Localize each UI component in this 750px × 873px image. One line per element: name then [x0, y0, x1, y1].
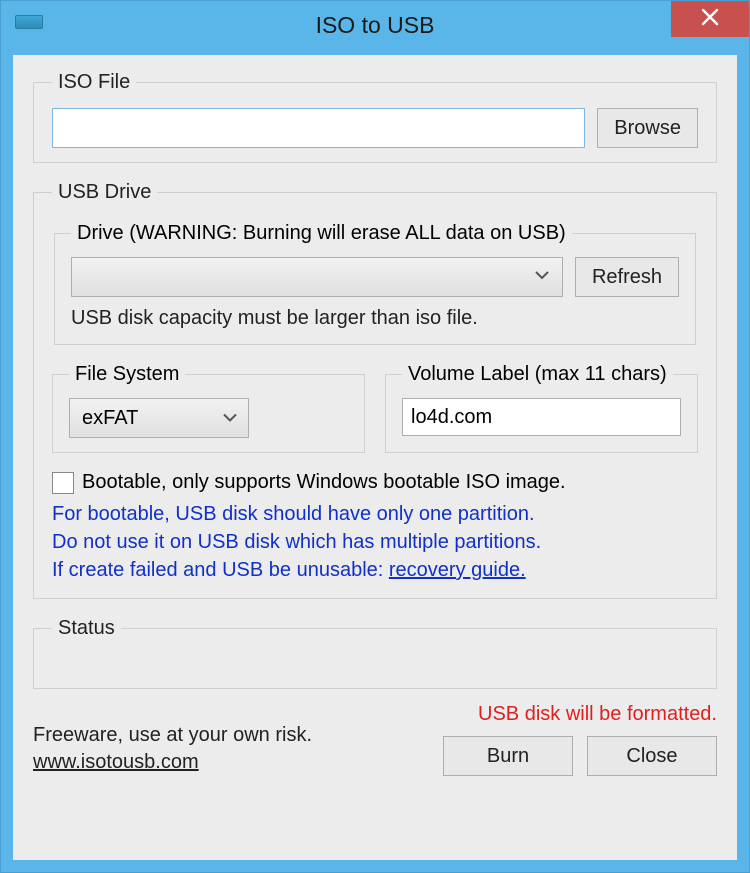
- usb-drive-legend: USB Drive: [52, 181, 157, 204]
- status-group: Status: [33, 617, 717, 689]
- usb-drive-group: USB Drive Drive (WARNING: Burning will e…: [33, 181, 717, 599]
- website-link[interactable]: www.isotousb.com: [33, 751, 199, 773]
- app-icon: [15, 15, 43, 29]
- titlebar[interactable]: ISO to USB: [1, 1, 749, 49]
- status-legend: Status: [52, 617, 121, 640]
- footer-left: Freeware, use at your own risk. www.isot…: [33, 722, 312, 776]
- drive-warning-legend: Drive (WARNING: Burning will erase ALL d…: [71, 222, 572, 245]
- chevron-down-icon: [222, 407, 238, 430]
- close-button[interactable]: Close: [587, 736, 717, 776]
- bootable-checkbox[interactable]: [52, 472, 74, 494]
- hint-line-3: If create failed and USB be unusable: re…: [52, 556, 698, 584]
- client-area: ISO File Browse USB Drive Drive (WARNING…: [13, 55, 737, 860]
- footer: Freeware, use at your own risk. www.isot…: [33, 703, 717, 776]
- iso-file-group: ISO File Browse: [33, 71, 717, 163]
- capacity-note: USB disk capacity must be larger than is…: [71, 307, 679, 330]
- bootable-label: Bootable, only supports Windows bootable…: [82, 471, 566, 494]
- burn-button[interactable]: Burn: [443, 736, 573, 776]
- close-icon: [701, 8, 719, 31]
- bootable-hint: For bootable, USB disk should have only …: [52, 500, 698, 584]
- filesystem-value: exFAT: [82, 407, 138, 430]
- filesystem-select[interactable]: exFAT: [69, 398, 249, 438]
- drive-select[interactable]: [71, 257, 563, 297]
- chevron-down-icon: [534, 268, 550, 286]
- drive-subgroup: Drive (WARNING: Burning will erase ALL d…: [54, 222, 696, 345]
- iso-path-input[interactable]: [52, 108, 585, 148]
- window-title: ISO to USB: [316, 12, 435, 39]
- volume-label-group: Volume Label (max 11 chars): [385, 363, 698, 453]
- app-window: ISO to USB ISO File Browse USB Drive Dri…: [0, 0, 750, 873]
- format-warning: USB disk will be formatted.: [443, 703, 717, 726]
- volume-label-input[interactable]: [402, 398, 681, 436]
- hint-line-1: For bootable, USB disk should have only …: [52, 500, 698, 528]
- window-close-button[interactable]: [671, 1, 749, 37]
- refresh-button[interactable]: Refresh: [575, 257, 679, 297]
- filesystem-legend: File System: [69, 363, 185, 386]
- filesystem-group: File System exFAT: [52, 363, 365, 453]
- hint-line-2: Do not use it on USB disk which has mult…: [52, 528, 698, 556]
- recovery-guide-link[interactable]: recovery guide.: [389, 559, 526, 581]
- freeware-notice: Freeware, use at your own risk.: [33, 722, 312, 749]
- iso-file-legend: ISO File: [52, 71, 136, 94]
- browse-button[interactable]: Browse: [597, 108, 698, 148]
- volume-label-legend: Volume Label (max 11 chars): [402, 363, 673, 386]
